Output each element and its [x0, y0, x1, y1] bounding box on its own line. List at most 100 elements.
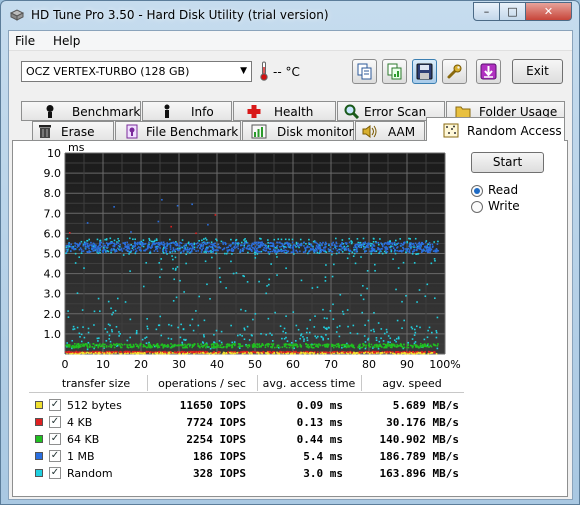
- maximize-button[interactable]: □: [499, 2, 526, 21]
- title-bar[interactable]: HD Tune Pro 3.50 - Hard Disk Utility (tr…: [1, 1, 579, 31]
- 1mb-series-point: [113, 247, 115, 250]
- write-radio[interactable]: [471, 201, 483, 213]
- random-series-point: [411, 338, 414, 340]
- 1mb-series-point: [92, 250, 94, 252]
- exit-button[interactable]: Exit: [512, 59, 563, 84]
- 1mb-series-point: [263, 249, 265, 252]
- col-access-time: avg. access time: [262, 377, 356, 390]
- 64kb-series-point: [388, 345, 390, 347]
- 1mb-series-point: [69, 245, 72, 248]
- 1mb-series-point: [279, 246, 281, 248]
- 1mb-series-point: [82, 244, 85, 247]
- copy-button[interactable]: [352, 59, 377, 84]
- 1mb-series-point: [393, 242, 395, 244]
- 64kb-series-point: [93, 346, 95, 349]
- 64kb-series-point: [120, 346, 123, 349]
- tab-aam[interactable]: AAM: [355, 121, 425, 141]
- tab-random-access[interactable]: Random Access: [426, 117, 565, 141]
- 512b-series-point: [92, 352, 95, 355]
- 1mb-series-point: [157, 242, 160, 244]
- close-button[interactable]: ✕: [525, 2, 572, 21]
- checkbox-random[interactable]: ✓: [49, 467, 61, 479]
- drive-dropdown[interactable]: OCZ VERTEX-TURBO (128 GB) ▼: [21, 61, 252, 82]
- 1mb-series-point: [195, 250, 197, 252]
- 4kb-series-point: [107, 350, 110, 353]
- 512b-series-point: [324, 352, 327, 355]
- y-tick-label: 8.0: [44, 187, 62, 200]
- 512b-series-point: [103, 352, 105, 355]
- 1mb-series-point: [129, 244, 131, 246]
- 1mb-series-point: [322, 249, 325, 251]
- 1mb-series-point: [372, 248, 375, 250]
- random-series-point: [244, 238, 246, 240]
- 1mb-series-point: [396, 246, 399, 248]
- 1mb-series-point: [115, 249, 117, 251]
- 1mb-series-point: [211, 243, 214, 246]
- 4kb-series-point: [298, 351, 300, 354]
- 1mb-series-point: [435, 248, 438, 250]
- 64kb-series-point: [372, 345, 374, 348]
- 1mb-series-point: [135, 250, 137, 253]
- checkbox-512[interactable]: ✓: [49, 399, 61, 411]
- 64kb-series-point: [262, 344, 264, 346]
- random-series-point: [383, 332, 386, 335]
- tab-file-benchmark[interactable]: File Benchmark: [115, 121, 241, 141]
- download-button[interactable]: [476, 59, 501, 84]
- 512b-series-point: [410, 352, 412, 354]
- random-series-point: [155, 328, 158, 331]
- random-series-point: [338, 335, 341, 338]
- read-radio[interactable]: [471, 185, 483, 197]
- checkbox-1mb[interactable]: ✓: [49, 450, 61, 462]
- random-series-point: [108, 338, 111, 340]
- random-series-point: [265, 333, 268, 336]
- tab-benchmark[interactable]: Benchmark: [21, 101, 141, 121]
- random-series-point: [284, 332, 287, 334]
- 1mb-series-point: [259, 246, 262, 248]
- random-series-point: [105, 238, 108, 240]
- options-button[interactable]: [442, 59, 467, 84]
- random-series-point: [225, 252, 228, 255]
- 1mb-series-point: [408, 251, 410, 253]
- 64kb-series-point: [281, 346, 284, 348]
- random-series-point: [129, 318, 132, 321]
- random-series-point: [134, 238, 137, 241]
- checkbox-64kb[interactable]: ✓: [49, 433, 61, 445]
- copy-graph-button[interactable]: [382, 59, 407, 84]
- 64kb-series-point: [417, 346, 420, 349]
- 1mb-series-point: [237, 241, 240, 244]
- tab-erase[interactable]: Erase: [32, 121, 114, 141]
- 512b-series-point: [321, 352, 324, 354]
- random-series-point: [105, 340, 108, 342]
- random-series-point: [306, 337, 308, 339]
- random-series-point: [437, 240, 439, 243]
- 1mb-series-point: [345, 249, 348, 251]
- menu-help[interactable]: Help: [53, 34, 80, 48]
- save-button[interactable]: [412, 59, 437, 84]
- 64kb-series-point: [383, 346, 385, 349]
- menu-file[interactable]: File: [15, 34, 35, 48]
- checkbox-4kb[interactable]: ✓: [49, 416, 61, 428]
- random-series-point: [220, 341, 223, 344]
- random-series-point: [389, 240, 391, 242]
- outlier-point: [113, 206, 115, 208]
- tab-info[interactable]: Info: [142, 101, 232, 121]
- 64kb-series-point: [359, 346, 361, 349]
- random-series-point: [251, 334, 253, 337]
- random-series-point: [386, 331, 388, 333]
- tab-health[interactable]: Health: [233, 101, 336, 121]
- 1mb-series-point: [79, 243, 81, 245]
- random-series-point: [288, 238, 290, 241]
- random-series-point: [116, 297, 119, 300]
- tab-disk-monitor[interactable]: Disk monitor: [242, 121, 354, 141]
- 512b-series-point: [368, 352, 371, 355]
- minimize-button[interactable]: –: [473, 2, 500, 21]
- random-series-point: [352, 324, 355, 327]
- 1mb-series-point: [169, 246, 172, 248]
- 1mb-series-point: [292, 247, 294, 249]
- random-series-point: [67, 316, 70, 318]
- 1mb-series-point: [379, 249, 381, 251]
- start-button[interactable]: Start: [471, 152, 544, 173]
- outlier-point: [176, 204, 179, 207]
- 1mb-series-point: [292, 245, 294, 248]
- 1mb-series-point: [99, 247, 102, 249]
